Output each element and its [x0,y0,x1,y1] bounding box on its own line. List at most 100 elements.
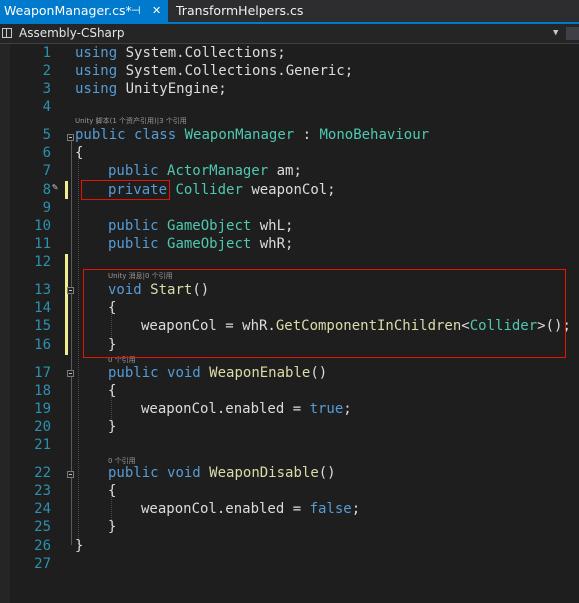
chevron-down-icon[interactable]: ▼ [553,24,558,43]
code-text: using System.Collections; [75,44,286,62]
code-token: void [167,465,201,481]
code-token: WeaponDisable [209,465,319,481]
code-token: ; [343,401,352,417]
code-line[interactable]: 6{ [0,144,579,162]
code-line[interactable]: 20} [0,418,579,436]
code-text: public void WeaponEnable() [108,364,327,382]
code-token: WeaponEnable [209,365,311,381]
line-number: 27 [34,556,51,572]
navigation-bar: Assembly-CSharp ▼ [0,24,579,44]
code-token: true [309,401,344,417]
close-icon[interactable]: ✕ [152,0,161,22]
code-line[interactable]: 25} [0,518,579,536]
code-token: } [75,538,84,554]
project-icon [2,28,12,38]
code-line[interactable]: 9 [0,199,579,217]
code-line[interactable]: 27 [0,555,579,573]
code-token: () [318,465,336,481]
line-number: 1 [42,45,51,61]
line-number: 4 [42,99,51,115]
document-tab-strip: WeaponManager.cs* ⊣ ✕ TransformHelpers.c… [0,0,579,22]
code-text: weaponCol.enabled = false; [141,500,360,518]
line-number: 13 [34,282,51,298]
code-line[interactable]: 4 [0,98,579,116]
code-token: am; [268,163,302,179]
line-number: 5 [42,127,51,143]
line-number: 22 [34,465,51,481]
code-line[interactable]: 26} [0,537,579,555]
code-token: public [108,163,159,179]
code-token: public [108,465,159,481]
line-number: 25 [34,519,51,535]
code-line[interactable]: 5 public class WeaponManager : MonoBehavi… [0,126,579,144]
line-number: 18 [34,383,51,399]
code-token: { [108,383,117,399]
code-line[interactable]: 10 public GameObject whL; [0,217,579,235]
code-token: Collider [175,182,243,198]
code-line[interactable]: 2 using System.Collections.Generic; [0,62,579,80]
line-number: 19 [34,401,51,417]
code-editor[interactable]: ✎ Unity 脚本(1 个资产引用)|3 个引用 Unity 消息|0 个引用… [0,44,579,603]
code-token: public [108,218,159,234]
code-text: weaponCol.enabled = true; [141,400,352,418]
code-line[interactable]: 1 using System.Collections; [0,44,579,62]
line-number: 7 [42,163,51,179]
code-text: { [108,382,116,400]
code-token: { [75,145,84,161]
code-token: } [108,419,117,435]
code-token: WeaponManager [184,127,295,143]
code-line[interactable]: 23 { [0,482,579,500]
codelens-class[interactable]: Unity 脚本(1 个资产引用)|3 个引用 [75,116,187,126]
code-text: public void WeaponDisable() [108,464,336,482]
code-line[interactable]: 22 public void WeaponDisable() [0,464,579,482]
code-token: false [309,501,352,517]
code-line[interactable]: 24 weaponCol.enabled = false; [0,500,579,518]
line-number: 9 [42,200,51,216]
line-number: 20 [34,419,51,435]
code-token: { [108,483,117,499]
start-method-highlight [83,269,566,358]
line-number: 8 [42,182,51,198]
code-token: using [75,45,118,61]
line-number: 16 [34,337,51,353]
code-line[interactable]: 18 { [0,382,579,400]
code-token: weaponCol.enabled = [141,501,310,517]
line-number: 21 [34,437,51,453]
code-token: public [75,127,126,143]
split-editor-button[interactable] [566,27,579,40]
code-line[interactable]: 21 [0,436,579,454]
code-line[interactable]: 3 using UnityEngine; [0,80,579,98]
code-text: using System.Collections.Generic; [75,62,353,80]
code-token: ; [351,501,361,517]
code-text: } [108,418,116,436]
code-token: public [108,365,159,381]
project-dropdown[interactable]: Assembly-CSharp [19,24,124,43]
code-token: System.Collections.Generic; [117,63,354,79]
code-token: () [310,365,328,381]
code-line[interactable]: 7 public ActorManager am; [0,162,579,180]
line-number: 24 [34,501,51,517]
private-keyword-highlight [81,180,170,200]
line-number: 12 [34,254,51,270]
line-number: 6 [42,145,51,161]
code-line[interactable]: 11 public GameObject whR; [0,235,579,253]
code-token: weaponCol; [242,182,336,198]
code-text: public ActorManager am; [108,162,302,180]
line-number: 10 [34,218,51,234]
code-token: whL; [251,218,294,234]
tab-weaponmanager[interactable]: WeaponManager.cs* ⊣ ✕ [0,0,168,22]
code-text: using UnityEngine; [75,80,227,98]
line-number: 23 [34,483,51,499]
code-line[interactable]: 19 weaponCol.enabled = true; [0,400,579,418]
pin-icon[interactable]: ⊣ [131,0,141,22]
code-text: public GameObject whL; [108,217,293,235]
code-line[interactable]: 17 public void WeaponEnable() [0,364,579,382]
code-token: GameObject [167,236,252,252]
